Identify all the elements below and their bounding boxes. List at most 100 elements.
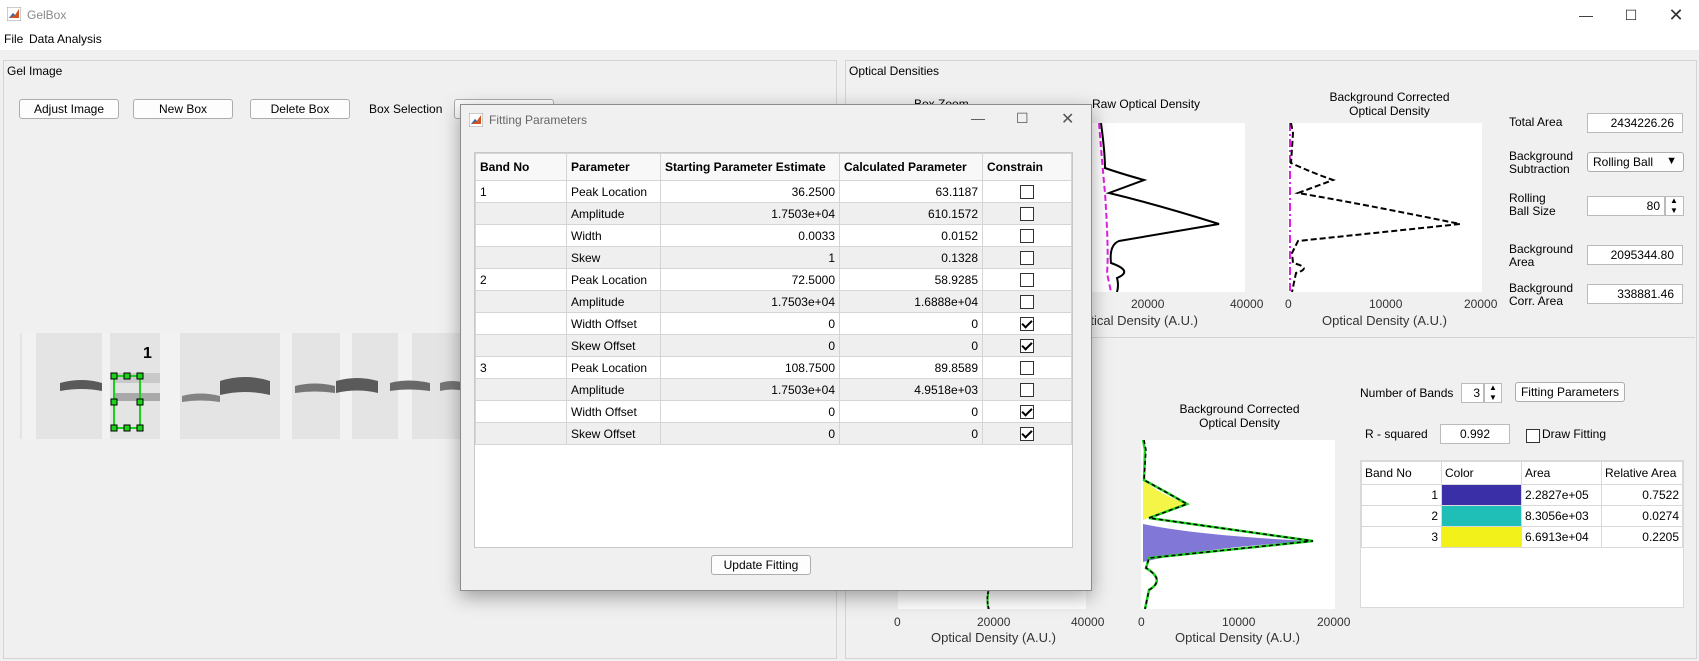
start-estimate-cell[interactable]: 1.7503e+04 — [660, 290, 840, 313]
calculated-cell: 63.1187 — [839, 180, 983, 203]
total-area-field: 2434226.26 — [1587, 113, 1683, 133]
rolling-ball-spinner[interactable]: ▲ ▼ — [1665, 196, 1684, 216]
dialog-title: Fitting Parameters — [489, 113, 588, 127]
fit-right-tick: 20000 — [1317, 615, 1351, 629]
delete-box-button[interactable]: Delete Box — [250, 99, 350, 119]
constrain-checkbox[interactable] — [1020, 360, 1034, 375]
start-estimate-cell[interactable]: 0.0033 — [660, 224, 840, 247]
constrain-checkbox[interactable] — [1020, 338, 1034, 353]
fitting-parameters-dialog: Fitting Parameters — ☐ ✕ Band No Paramet… — [460, 104, 1092, 591]
spinner-down-icon[interactable]: ▼ — [1670, 206, 1678, 215]
fit-bgc-axes — [1141, 440, 1335, 609]
bgc-od-axes — [1288, 123, 1482, 292]
spinner-up-icon[interactable]: ▲ — [1489, 383, 1497, 392]
band-color-swatch — [1441, 526, 1522, 548]
new-box-button[interactable]: New Box — [133, 99, 233, 119]
parameter-cell: Amplitude — [566, 378, 661, 401]
table-row: Amplitude 1.7503e+04 4.9518e+03 — [475, 378, 1072, 401]
dialog-minimize-icon[interactable]: — — [971, 110, 985, 126]
constrain-checkbox[interactable] — [1020, 426, 1034, 441]
dialog-maximize-icon[interactable]: ☐ — [1016, 110, 1029, 127]
close-icon[interactable]: ✕ — [1653, 0, 1699, 30]
start-estimate-cell[interactable]: 0 — [660, 422, 840, 445]
table-row: Amplitude 1.7503e+04 1.6888e+04 — [475, 290, 1072, 313]
constrain-cell — [982, 334, 1072, 357]
box-number-label: 1 — [143, 345, 152, 362]
spinner-down-icon[interactable]: ▼ — [1489, 393, 1497, 402]
calculated-cell: 1.6888e+04 — [839, 290, 983, 313]
constrain-cell — [982, 246, 1072, 269]
table-row: 1 2.2827e+05 0.7522 — [1361, 484, 1683, 506]
parameter-cell: Amplitude — [566, 202, 661, 225]
calculated-cell: 610.1572 — [839, 202, 983, 225]
parameter-cell: Peak Location — [566, 180, 661, 203]
draw-fitting-checkbox[interactable] — [1526, 428, 1540, 443]
maximize-icon[interactable]: ☐ — [1608, 0, 1654, 30]
fit-right-xlabel: Optical Density (A.U.) — [1175, 630, 1300, 645]
band-table-header: Relative Area — [1601, 461, 1683, 485]
area-cell: 2.2827e+05 — [1521, 484, 1602, 506]
start-estimate-cell[interactable]: 1.7503e+04 — [660, 202, 840, 225]
bgc-od-xlabel: Optical Density (A.U.) — [1322, 313, 1447, 328]
calculated-cell: 0 — [839, 334, 983, 357]
selection-box[interactable] — [109, 371, 147, 433]
box-selection-label: Box Selection — [369, 102, 443, 116]
constrain-cell — [982, 268, 1072, 291]
param-table-header: Band No — [475, 153, 567, 181]
spinner-up-icon[interactable]: ▲ — [1670, 196, 1678, 205]
relative-area-cell: 0.0274 — [1601, 505, 1683, 527]
start-estimate-cell[interactable]: 0 — [660, 400, 840, 423]
start-estimate-cell[interactable]: 36.2500 — [660, 180, 840, 203]
constrain-cell — [982, 180, 1072, 203]
band-cell: 2 — [1361, 505, 1442, 527]
start-estimate-cell[interactable]: 108.7500 — [660, 356, 840, 379]
fit-left-tick: 20000 — [977, 615, 1011, 629]
parameter-cell: Amplitude — [566, 290, 661, 313]
num-bands-input[interactable]: 3 — [1461, 383, 1484, 403]
raw-tick: 20000 — [1131, 297, 1165, 311]
band-table: Band No Color Area Relative Area 1 2.282… — [1360, 460, 1684, 608]
calculated-cell: 0.1328 — [839, 246, 983, 269]
start-estimate-cell[interactable]: 0 — [660, 312, 840, 335]
constrain-cell — [982, 224, 1072, 247]
bg-area-field: 2095344.80 — [1587, 245, 1683, 265]
fit-left-tick: 40000 — [1071, 615, 1105, 629]
constrain-checkbox[interactable] — [1020, 382, 1034, 397]
constrain-cell — [982, 202, 1072, 225]
bgc-od-title-line1: Background Corrected — [1329, 90, 1450, 104]
dialog-close-icon[interactable]: ✕ — [1061, 109, 1074, 129]
start-estimate-cell[interactable]: 0 — [660, 334, 840, 357]
num-bands-spinner[interactable]: ▲ ▼ — [1484, 383, 1502, 403]
bg-subtraction-dropdown[interactable]: Rolling Ball ▼ — [1587, 152, 1684, 172]
constrain-checkbox[interactable] — [1020, 184, 1034, 199]
relative-area-cell: 0.2205 — [1601, 526, 1683, 548]
constrain-checkbox[interactable] — [1020, 294, 1034, 309]
update-fitting-button[interactable]: Update Fitting — [711, 555, 811, 575]
menu-file[interactable]: File — [4, 32, 23, 46]
relative-area-cell: 0.7522 — [1601, 484, 1683, 506]
adjust-image-button[interactable]: Adjust Image — [19, 99, 119, 119]
table-row: Width 0.0033 0.0152 — [475, 224, 1072, 247]
rolling-ball-input[interactable]: 80 — [1587, 196, 1665, 216]
constrain-checkbox[interactable] — [1020, 250, 1034, 265]
num-bands-label: Number of Bands — [1360, 386, 1454, 400]
r-squared-label: R - squared — [1365, 427, 1428, 441]
param-table-header: Constrain — [982, 153, 1072, 181]
calculated-cell: 0 — [839, 312, 983, 335]
bg-corr-area-label-2: Corr. Area — [1509, 294, 1564, 308]
minimize-icon[interactable]: — — [1563, 0, 1609, 30]
constrain-checkbox[interactable] — [1020, 404, 1034, 419]
start-estimate-cell[interactable]: 1 — [660, 246, 840, 269]
band-no-cell: 2 — [475, 268, 567, 291]
start-estimate-cell[interactable]: 1.7503e+04 — [660, 378, 840, 401]
fitting-parameters-button[interactable]: Fitting Parameters — [1515, 382, 1625, 402]
constrain-checkbox[interactable] — [1020, 206, 1034, 221]
table-row: 3 Peak Location 108.7500 89.8589 — [475, 356, 1072, 379]
start-estimate-cell[interactable]: 72.5000 — [660, 268, 840, 291]
band-no-cell — [475, 378, 567, 401]
menu-data-analysis[interactable]: Data Analysis — [29, 32, 102, 46]
constrain-checkbox[interactable] — [1020, 272, 1034, 287]
constrain-checkbox[interactable] — [1020, 228, 1034, 243]
table-row: Width Offset 0 0 — [475, 400, 1072, 423]
constrain-checkbox[interactable] — [1020, 316, 1034, 331]
